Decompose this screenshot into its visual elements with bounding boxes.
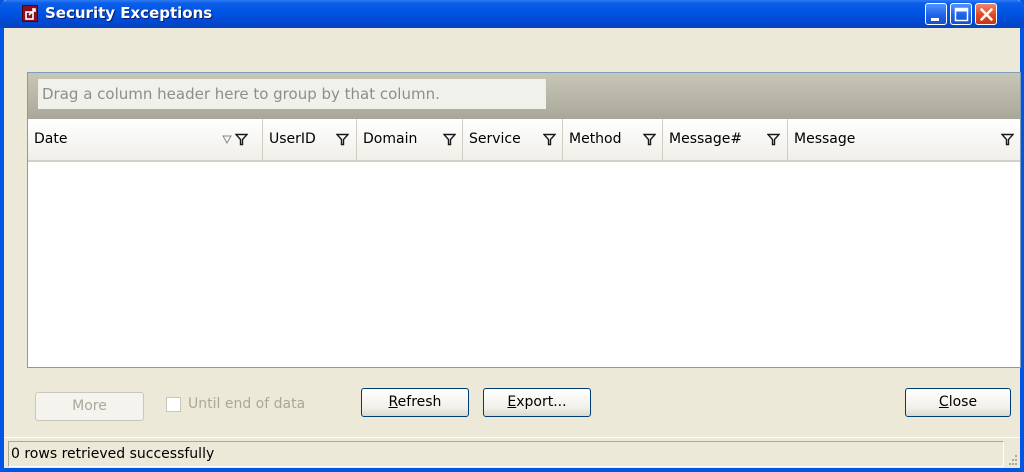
app-icon xyxy=(22,5,38,22)
title-bar[interactable]: Security Exceptions xyxy=(0,0,1024,28)
status-bar: 0 rows retrieved successfully xyxy=(4,437,1020,468)
minimize-icon xyxy=(931,18,939,21)
status-text: 0 rows retrieved successfully xyxy=(11,446,215,462)
refresh-button-label: Refresh xyxy=(388,394,442,410)
close-icon xyxy=(980,8,993,21)
filter-icon[interactable] xyxy=(235,133,248,146)
export-button[interactable]: Export... xyxy=(483,388,591,417)
status-pane: 0 rows retrieved successfully xyxy=(8,441,1004,467)
sort-indicator-icon xyxy=(222,135,232,144)
window-title: Security Exceptions xyxy=(45,4,213,22)
column-header-domain[interactable]: Domain xyxy=(357,119,463,160)
until-end-of-data-checkbox[interactable] xyxy=(166,397,181,412)
more-button-label: More xyxy=(72,398,107,414)
column-label-message: Message xyxy=(794,131,856,147)
filter-icon[interactable] xyxy=(543,133,556,146)
column-label-date: Date xyxy=(34,131,68,147)
until-end-of-data-label: Until end of data xyxy=(188,396,306,412)
resize-grip-icon[interactable] xyxy=(1006,452,1018,466)
filter-icon[interactable] xyxy=(767,133,780,146)
group-by-hint: Drag a column header here to group by th… xyxy=(38,79,546,109)
column-label-message-number: Message# xyxy=(669,131,743,147)
export-button-label: Export... xyxy=(507,394,567,410)
group-by-panel[interactable]: Drag a column header here to group by th… xyxy=(28,73,1020,119)
column-header-message[interactable]: Message xyxy=(788,119,1020,160)
close-window-button[interactable] xyxy=(975,3,997,25)
filter-icon[interactable] xyxy=(443,133,456,146)
column-header-method[interactable]: Method xyxy=(563,119,663,160)
maximize-button[interactable] xyxy=(950,3,972,25)
security-exceptions-window: Security Exceptions Drag a column header… xyxy=(0,0,1024,472)
refresh-button[interactable]: Refresh xyxy=(361,388,469,417)
column-header-service[interactable]: Service xyxy=(463,119,563,160)
more-button[interactable]: More xyxy=(35,392,144,421)
exceptions-grid[interactable]: Drag a column header here to group by th… xyxy=(27,72,1021,368)
grid-header-row: Date UserID Domain Service Method Messag… xyxy=(28,119,1020,162)
maximize-icon xyxy=(954,7,969,22)
column-label-method: Method xyxy=(569,131,622,147)
filter-icon[interactable] xyxy=(1001,133,1014,146)
column-label-domain: Domain xyxy=(363,131,418,147)
close-button-label: Close xyxy=(938,394,978,410)
column-label-service: Service xyxy=(469,131,521,147)
close-button[interactable]: Close xyxy=(905,388,1011,417)
filter-icon[interactable] xyxy=(336,133,349,146)
column-label-userid: UserID xyxy=(269,131,316,147)
column-header-userid[interactable]: UserID xyxy=(263,119,357,160)
column-header-message-number[interactable]: Message# xyxy=(663,119,788,160)
filter-icon[interactable] xyxy=(643,133,656,146)
minimize-button[interactable] xyxy=(925,3,947,25)
column-header-date[interactable]: Date xyxy=(28,119,263,160)
grid-body-empty[interactable] xyxy=(28,164,1020,367)
